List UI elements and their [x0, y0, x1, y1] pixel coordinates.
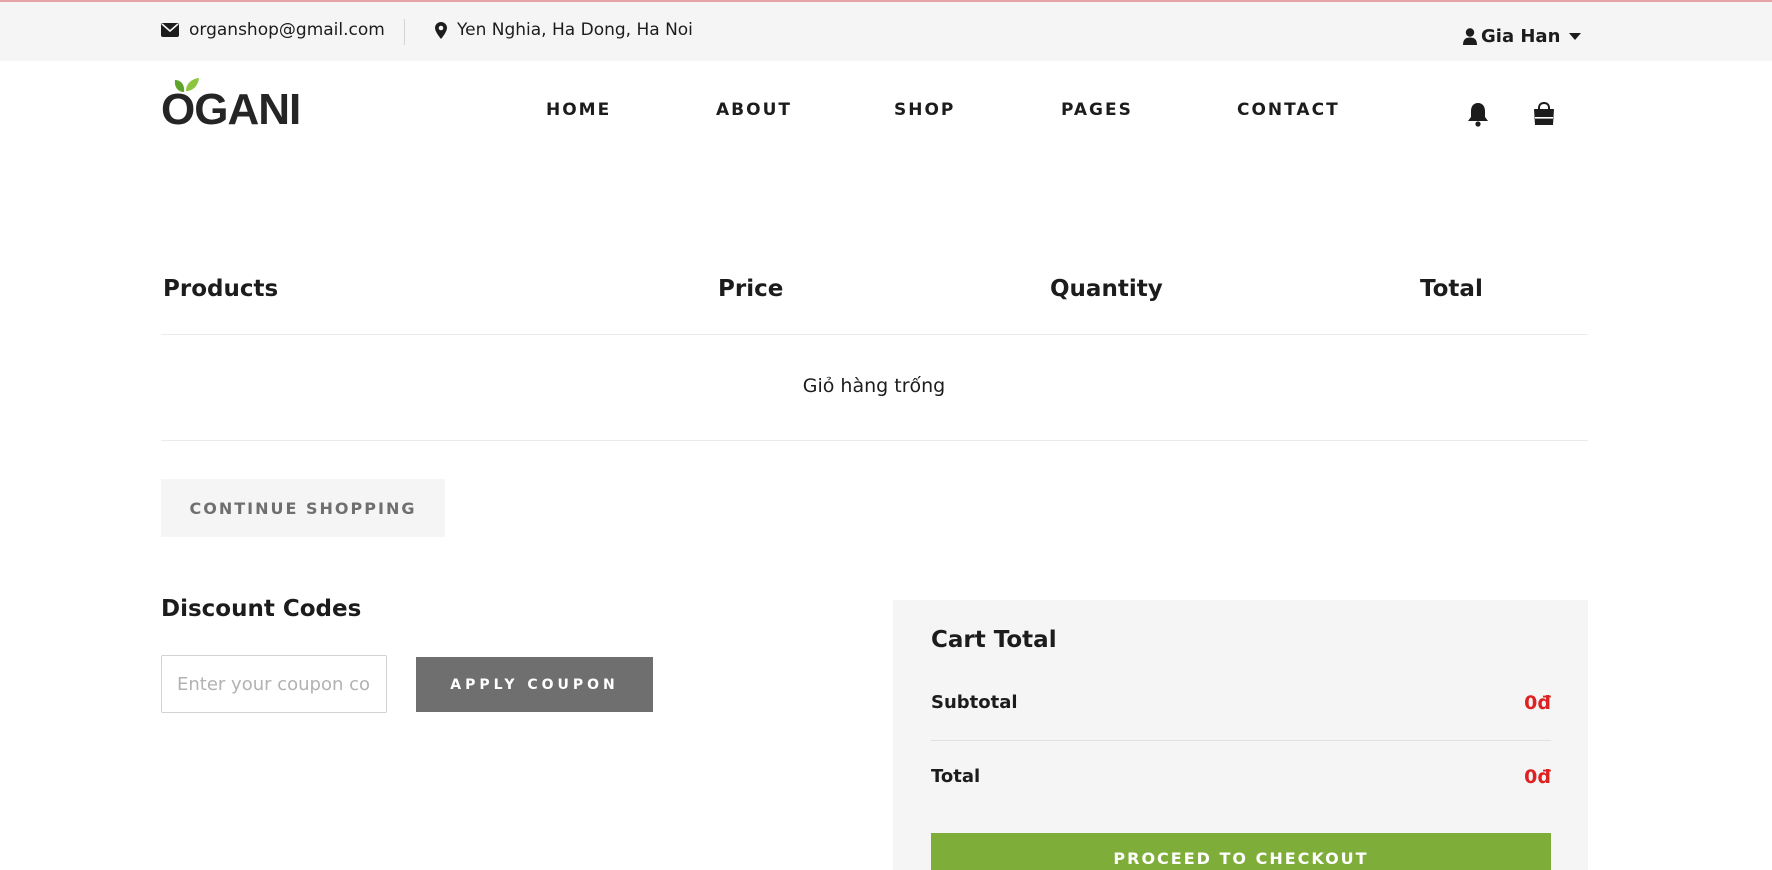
nav-home[interactable]: HOME [546, 100, 611, 120]
email-text: organshop@gmail.com [189, 20, 385, 40]
proceed-to-checkout-button[interactable]: PROCEED TO CHECKOUT [931, 833, 1551, 870]
contact-email[interactable]: organshop@gmail.com [161, 20, 385, 40]
user-name: Gia Han [1481, 26, 1561, 47]
nav-pages[interactable]: PAGES [1061, 100, 1133, 120]
logo[interactable]: OGANI [161, 78, 311, 138]
subtotal-label: Subtotal [931, 692, 1018, 713]
shopping-bag-icon[interactable] [1532, 102, 1556, 126]
logo-text: OGANI [161, 85, 301, 134]
subtotal-row: Subtotal 0đ [931, 684, 1551, 724]
column-header-total: Total [1420, 276, 1483, 302]
apply-coupon-button[interactable]: APPLY COUPON [416, 657, 653, 712]
table-divider [161, 440, 1588, 441]
envelope-icon [161, 23, 179, 37]
user-menu[interactable]: Gia Han [1463, 26, 1585, 47]
contact-address: Yen Nghia, Ha Dong, Ha Noi [435, 20, 693, 40]
coupon-input[interactable] [161, 655, 387, 713]
user-icon [1463, 28, 1477, 45]
empty-cart-message: Giỏ hàng trống [802, 375, 946, 397]
total-divider [931, 740, 1551, 741]
column-header-price: Price [718, 276, 784, 302]
cart-total-panel: Cart Total Subtotal 0đ Total 0đ PROCEED … [893, 600, 1588, 870]
top-bar: organshop@gmail.com Yen Nghia, Ha Dong, … [0, 0, 1772, 61]
nav-contact[interactable]: CONTACT [1237, 100, 1340, 120]
table-divider [161, 334, 1588, 335]
bell-icon[interactable] [1467, 102, 1489, 127]
column-header-quantity: Quantity [1050, 276, 1163, 302]
nav-about[interactable]: ABOUT [716, 100, 792, 120]
address-text: Yen Nghia, Ha Dong, Ha Noi [457, 20, 693, 40]
cart-total-title: Cart Total [931, 627, 1057, 653]
continue-shopping-button[interactable]: CONTINUE SHOPPING [161, 479, 445, 537]
column-header-products: Products [163, 276, 279, 302]
total-label: Total [931, 766, 981, 787]
total-value: 0đ [1524, 766, 1551, 788]
total-row: Total 0đ [931, 758, 1551, 798]
caret-down-icon [1569, 33, 1582, 40]
subtotal-value: 0đ [1524, 692, 1551, 714]
map-marker-icon [435, 21, 447, 39]
nav-shop[interactable]: SHOP [894, 100, 955, 120]
discount-codes-title: Discount Codes [161, 596, 362, 622]
topbar-divider [404, 19, 405, 45]
